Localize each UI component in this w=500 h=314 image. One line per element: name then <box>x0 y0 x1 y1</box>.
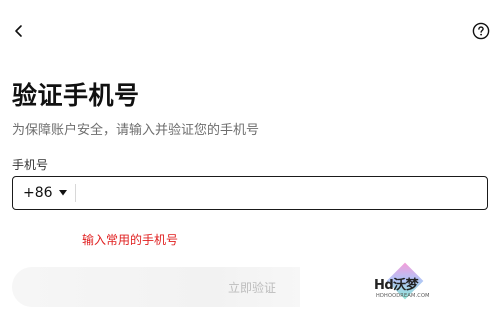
country-code-selector[interactable]: +86 <box>13 177 75 209</box>
error-message: 输入常用的手机号 <box>82 233 179 247</box>
verify-button[interactable]: 立即验证 <box>12 267 300 307</box>
page-title: 验证手机号 <box>12 81 140 110</box>
verify-phone-page: 验证手机号 为保障账户安全，请输入并验证您的手机号 手机号 +86 输入常用的手… <box>0 0 500 314</box>
help-button[interactable] <box>470 20 492 42</box>
country-code-value: +86 <box>23 185 53 201</box>
page-subtitle: 为保障账户安全，请输入并验证您的手机号 <box>12 123 260 138</box>
chevron-left-icon <box>15 25 22 37</box>
watermark-subtext: HDHOODREAM.COM <box>376 293 430 299</box>
phone-input[interactable] <box>75 177 487 209</box>
phone-field: +86 <box>12 176 488 210</box>
question-circle-icon <box>472 22 490 40</box>
caret-down-icon <box>58 190 67 196</box>
back-button[interactable] <box>8 20 30 42</box>
watermark-text: Hd沃梦 <box>374 278 419 293</box>
watermark-logo: Hd沃梦 HDHOODREAM.COM <box>372 262 434 306</box>
phone-field-label: 手机号 <box>12 158 49 172</box>
verify-button-label: 立即验证 <box>227 280 276 295</box>
